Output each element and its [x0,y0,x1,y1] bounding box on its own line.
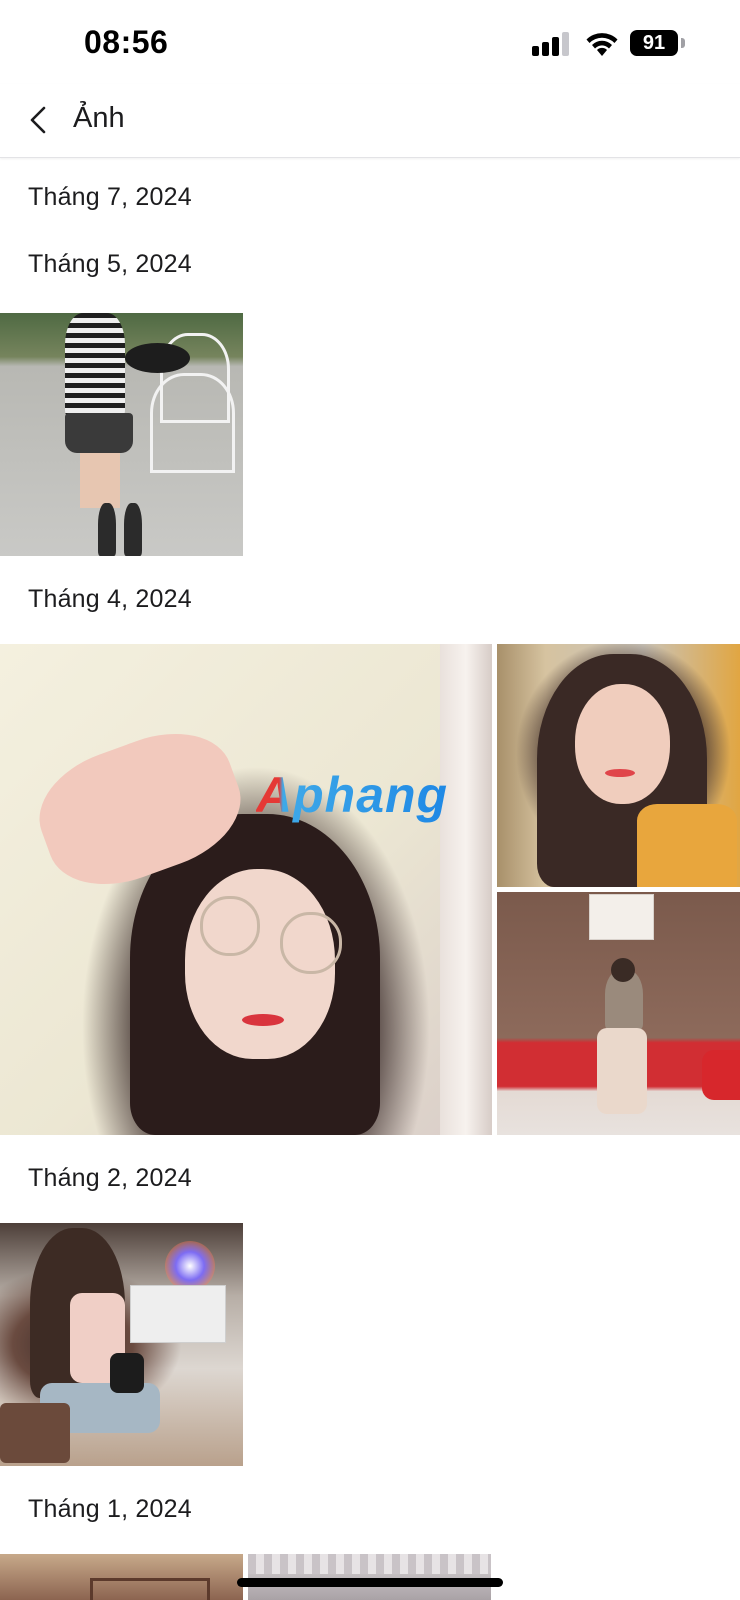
photo-detail [98,503,116,556]
photo-detail [110,1353,144,1393]
photo-detail [280,912,342,974]
photo-detail [242,1014,284,1026]
photo-detail [65,413,133,453]
photo-detail [440,644,492,1135]
battery-icon: 91 [630,30,686,56]
photo-thumbnail[interactable] [0,1223,243,1466]
photo-detail [165,1241,215,1291]
photo-thumbnail[interactable] [0,313,243,556]
photo-detail [124,503,142,556]
back-button[interactable] [20,98,64,142]
photo-detail [611,958,635,982]
photo-detail [125,343,190,373]
status-time: 08:56 [84,24,169,60]
photo-detail [90,1578,210,1600]
chevron-left-icon [30,106,46,134]
section-header-jan-2024: Tháng 1, 2024 [28,1495,192,1523]
nav-header: Ảnh [0,84,740,158]
photo-detail [65,313,125,418]
photo-thumbnail[interactable] [248,1554,491,1600]
section-header-jul-2024: Tháng 7, 2024 [28,183,192,211]
photo-detail [150,373,235,473]
photo-detail [200,896,260,956]
watermark-logo: Aphang [256,767,449,823]
photo-detail [0,1403,70,1463]
photo-thumbnail[interactable] [497,892,740,1135]
home-indicator[interactable] [237,1578,503,1587]
wifi-icon [584,30,620,58]
section-header-feb-2024: Tháng 2, 2024 [28,1164,192,1192]
photo-detail [605,769,635,777]
section-header-apr-2024: Tháng 4, 2024 [28,585,192,613]
photo-thumbnail[interactable] [497,644,740,887]
signal-icon [532,32,572,56]
page-title: Ảnh [73,102,125,134]
section-header-may-2024: Tháng 5, 2024 [28,250,192,278]
status-bar: 08:56 91 [0,0,740,84]
photo-detail [575,684,670,804]
photo-detail [597,1028,647,1114]
photo-detail [637,804,737,887]
photo-detail [248,1554,491,1574]
photo-thumbnail-large[interactable]: Aphang [0,644,492,1135]
photo-detail [702,1050,740,1100]
battery-tip [681,38,685,48]
photo-detail [80,453,120,508]
photo-thumbnail[interactable] [0,1554,243,1600]
photo-detail [589,894,654,940]
photo-detail [130,1285,226,1343]
battery-level: 91 [630,30,678,56]
